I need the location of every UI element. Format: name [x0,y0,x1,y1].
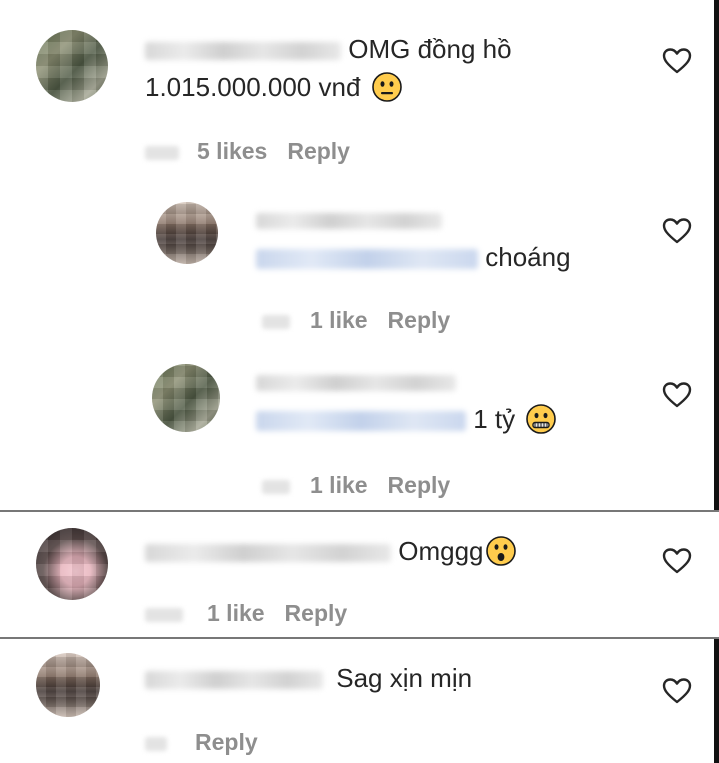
timestamp-blurred [262,314,290,329]
avatar[interactable] [152,364,220,432]
comment-text: Sag xịn mịn [145,659,605,697]
comment-meta: 1 like Reply [262,307,470,334]
like-heart-icon[interactable] [662,677,692,705]
like-heart-icon[interactable] [662,217,692,245]
reply-button[interactable]: Reply [287,138,350,164]
comment-meta: 1 like Reply [145,600,367,627]
comment-text: OMG đồng hồ 1.015.000.000 vnđ [145,30,605,106]
likes-count[interactable]: 1 like [310,307,368,333]
avatar[interactable] [36,653,100,717]
comment-body-line1: OMG đồng hồ [348,34,512,64]
comment-meta: Reply [145,729,278,756]
comment-body: Sag xịn mịn [336,663,473,693]
username-blurred[interactable] [145,544,391,563]
comment-text: Omggg [145,532,605,570]
mention-blurred[interactable] [256,249,478,270]
comment-text: 1 tỷ [256,362,656,438]
comment-body-line2: 1.015.000.000 vnđ [145,72,361,102]
comment-body: choáng [485,242,571,272]
like-heart-icon[interactable] [662,47,692,75]
username-blurred[interactable] [256,375,456,392]
timestamp-blurred [262,479,290,494]
likes-count[interactable]: 1 like [310,472,368,498]
reply-2: 1 tỷ 1 like Reply [0,350,719,510]
zipper-mouth-face-icon [526,404,557,434]
avatar[interactable] [156,202,218,264]
comment-4: Omggg 1 like Reply [0,512,719,637]
likes-count[interactable]: 1 like [207,600,265,626]
comment-meta: 5 likes Reply [145,138,370,165]
reply-button[interactable]: Reply [195,729,258,755]
mention-blurred[interactable] [256,411,466,432]
comment-5: Sag xịn mịn Reply [0,639,719,763]
timestamp-blurred [145,607,183,622]
avatar[interactable] [36,528,108,600]
reply-button[interactable]: Reply [285,600,348,626]
comment-body: Omggg [398,536,484,566]
reply-1: choáng 1 like Reply [0,190,719,350]
like-heart-icon[interactable] [662,547,692,575]
comment-meta: 1 like Reply [262,472,470,499]
reply-button[interactable]: Reply [388,472,451,498]
comment-text: choáng [256,200,656,276]
like-heart-icon[interactable] [662,381,692,409]
screenshot-seam [714,0,719,510]
username-blurred[interactable] [145,671,323,690]
astonished-face-icon [485,536,516,566]
avatar[interactable] [36,30,108,102]
likes-count[interactable]: 5 likes [197,138,267,164]
timestamp-blurred [145,736,167,751]
username-blurred[interactable] [145,42,341,61]
neutral-face-icon [371,72,402,102]
username-blurred[interactable] [256,213,442,230]
comment-1: OMG đồng hồ 1.015.000.000 vnđ 5 likes Rep… [0,0,719,190]
comment-body: 1 tỷ [473,404,516,434]
reply-button[interactable]: Reply [388,307,451,333]
timestamp-blurred [145,145,179,160]
